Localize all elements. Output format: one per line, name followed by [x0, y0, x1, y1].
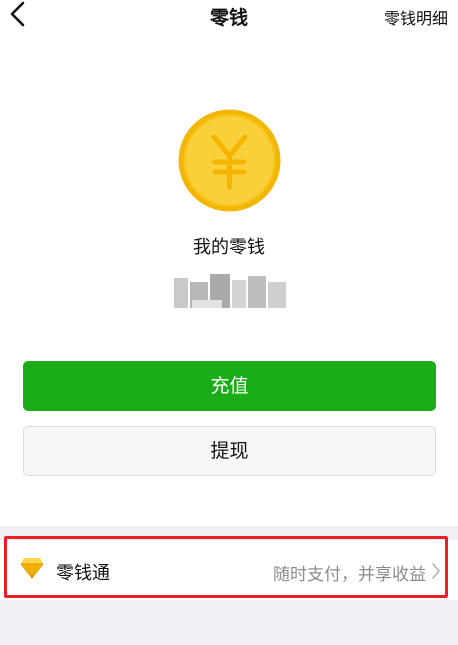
yuan-coin-icon: [178, 109, 281, 212]
lingqiantong-title: 零钱通: [56, 563, 110, 584]
my-change-label: 我的零钱: [193, 237, 265, 258]
lingqiantong-description: 随时支付，并享收益: [273, 565, 426, 585]
chevron-left-icon: [10, 1, 25, 27]
recharge-button[interactable]: 充值: [23, 361, 436, 411]
diamond-icon: [20, 558, 44, 579]
navbar: 零钱 零钱明细: [0, 0, 458, 34]
balance-amount-blurred: [168, 270, 293, 312]
change-details-link[interactable]: 零钱明细: [384, 5, 448, 29]
withdraw-button[interactable]: 提现: [23, 426, 436, 476]
back-button[interactable]: [2, 0, 36, 34]
chevron-right-icon: [432, 563, 440, 579]
wallet-change-screen: 零钱 零钱明细 我的零钱 充值 提现 零钱通 随时支付，并享收益: [0, 0, 458, 645]
